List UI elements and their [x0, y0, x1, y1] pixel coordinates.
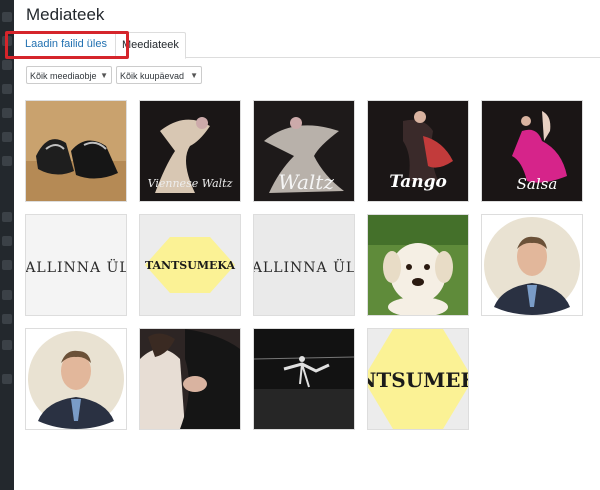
tab-upload-files[interactable]: Laadin failid üles [19, 32, 113, 56]
attachment-thumb-waltz[interactable]: Waltz [254, 101, 354, 201]
waltz-caption: Waltz [278, 170, 334, 194]
dance-shoes-image [26, 101, 126, 201]
page-title: Mediateek [26, 5, 105, 24]
attachment-thumb-shoes[interactable] [26, 101, 126, 201]
gallery-icon[interactable] [2, 340, 12, 350]
media-type-filter[interactable]: Kõik meediaobje ▼ [26, 66, 112, 84]
tantsumeka-logo-image: NTSUMEK [368, 329, 468, 429]
posts-icon[interactable] [2, 36, 12, 46]
collapse-icon[interactable] [2, 374, 12, 384]
comments-icon[interactable] [2, 108, 12, 118]
viennese-waltz-image: Viennese Waltz [140, 101, 240, 201]
attachment-thumb-tantsumeka-2[interactable]: NTSUMEK [368, 329, 468, 429]
tantsumeka-logo-text: NTSUMEK [368, 368, 468, 392]
salsa-image: Salsa [482, 101, 582, 201]
dashboard-icon[interactable] [2, 12, 12, 22]
portrait-image [482, 215, 582, 315]
tantsumeka-logo-image: TANTSUMEKA [140, 215, 240, 315]
attachment-thumb-portrait-2[interactable] [26, 329, 126, 429]
attachment-thumb-portrait-1[interactable] [482, 215, 582, 315]
media-tabs: Laadin failid üles Meediateek [14, 28, 600, 59]
tallinna-banner-text: ALLINNA ÜL [254, 258, 354, 276]
calendar-icon[interactable] [2, 212, 12, 222]
attachment-thumb-tallinna-2[interactable]: ALLINNA ÜL [254, 215, 354, 315]
media-library-panel: Mediateek Laadin failid üles Meediateek … [5, 0, 600, 490]
media-type-filter-value: Kõik meediaobje [30, 71, 97, 81]
attachment-thumb-salsa[interactable]: Salsa [482, 101, 582, 201]
tab-media-library[interactable]: Meediateek [115, 32, 186, 59]
attachment-thumb-tango[interactable]: Tango [368, 101, 468, 201]
chevron-down-icon: ▼ [100, 71, 108, 80]
wrench-icon[interactable] [2, 314, 12, 324]
pages-icon[interactable] [2, 84, 12, 94]
attachment-thumb-tantsumeka-1[interactable]: TANTSUMEKA [140, 215, 240, 315]
media-icon[interactable] [2, 60, 12, 70]
tallinna-banner-text: TALLINNA ÜLI [26, 258, 126, 276]
tallinna-banner-image: ALLINNA ÜL [254, 215, 354, 315]
stage-dancer-image [254, 329, 354, 429]
attachment-thumb-stage[interactable] [254, 329, 354, 429]
tango-caption: Tango [389, 172, 447, 192]
viennese-waltz-caption: Viennese Waltz [148, 177, 233, 190]
salsa-caption: Salsa [517, 175, 558, 193]
tango-image: Tango [368, 101, 468, 201]
date-filter[interactable]: Kõik kuupäevad ▼ [116, 66, 202, 84]
date-filter-value: Kõik kuupäevad [120, 71, 185, 81]
attachment-thumb-couple[interactable] [140, 329, 240, 429]
portrait-image [26, 329, 126, 429]
plugins-icon[interactable] [2, 156, 12, 166]
users-icon[interactable] [2, 290, 12, 300]
admin-sidebar [0, 0, 14, 490]
tools-icon[interactable] [2, 236, 12, 246]
dancing-couple-image [140, 329, 240, 429]
attachment-thumb-tallinna-1[interactable]: TALLINNA ÜLI [26, 215, 126, 315]
chevron-down-icon: ▼ [190, 71, 198, 80]
tantsumeka-logo-text: TANTSUMEKA [145, 259, 236, 272]
settings-icon[interactable] [2, 260, 12, 270]
waltz-image: Waltz [254, 101, 354, 201]
attachment-thumb-viennese-waltz[interactable]: Viennese Waltz [140, 101, 240, 201]
attachment-thumb-puppy[interactable] [368, 215, 468, 315]
tallinna-banner-image: TALLINNA ÜLI [26, 215, 126, 315]
puppy-image [368, 215, 468, 315]
appearance-icon[interactable] [2, 132, 12, 142]
